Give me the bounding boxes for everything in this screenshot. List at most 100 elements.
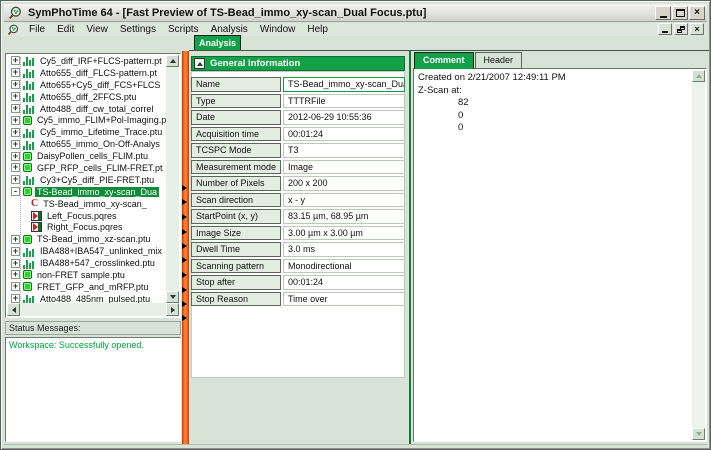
table-row-value[interactable]: Monodirectional (283, 259, 405, 274)
scroll-right-button[interactable] (166, 303, 179, 316)
tree-item[interactable]: + non-FRET sample.ptu (7, 269, 166, 281)
tree-item-label[interactable]: TS-Bead_immo_xy-scan_Dua (35, 187, 159, 197)
collapse-expander-icon[interactable]: - (11, 187, 20, 196)
tree-item-label[interactable]: Cy5_diff_IRF+FLCS-pattern.pt (38, 56, 164, 66)
expand-expander-icon[interactable]: + (11, 235, 20, 244)
tree-item[interactable]: + Atto488_diff_cw_total_correl (7, 103, 166, 115)
table-row-value[interactable]: TTTRFile (283, 94, 405, 109)
expand-expander-icon[interactable]: + (11, 270, 20, 279)
tree-item[interactable]: Right_Focus.pqres (7, 221, 166, 233)
tree-item[interactable]: + Cy5_diff_IRF+FLCS-pattern.pt (7, 55, 166, 67)
tree-item-label[interactable]: DaisyPollen_cells_FLIM.ptu (35, 151, 150, 161)
expand-expander-icon[interactable]: + (11, 56, 20, 65)
menu-settings[interactable]: Settings (114, 23, 162, 36)
collapse-button[interactable] (194, 58, 205, 69)
table-row-value[interactable]: 00:01:24 (283, 127, 405, 142)
close-button[interactable]: × (689, 6, 705, 20)
table-row-value[interactable]: Image (283, 160, 405, 175)
table-row-value[interactable]: 200 x 200 (283, 176, 405, 191)
tree-item-label[interactable]: TS-Bead_immo_xy-scan_ (41, 199, 149, 209)
expand-expander-icon[interactable]: + (11, 80, 20, 89)
tree-item-label[interactable]: Left_Focus.pqres (45, 211, 119, 221)
tree-item[interactable]: + Atto655_diff_FLCS-pattern.pt (7, 67, 166, 79)
tree-item-label[interactable]: IBA488+547_crosslinked.ptu (38, 258, 157, 268)
maximize-button[interactable] (672, 6, 688, 20)
expand-expander-icon[interactable]: + (11, 104, 20, 113)
expand-expander-icon[interactable]: + (11, 68, 20, 77)
expand-expander-icon[interactable]: + (11, 247, 20, 256)
table-row-value[interactable]: 2012-06-29 10:55:36 (283, 110, 405, 125)
tree-vertical-scrollbar[interactable] (166, 55, 179, 303)
tree-item[interactable]: + Atto655_diff_2FFCS.ptu (7, 91, 166, 103)
tree-item[interactable]: + Atto488_485nm_pulsed.ptu (7, 293, 166, 303)
tree-item-label[interactable]: Atto655_diff_FLCS-pattern.pt (38, 68, 159, 78)
table-row-value[interactable]: 3.0 ms (283, 242, 405, 257)
table-row-value[interactable]: 00:01:24 (283, 275, 405, 290)
expand-expander-icon[interactable]: + (11, 282, 20, 291)
table-row-value[interactable]: 3.00 µm x 3.00 µm (283, 226, 405, 241)
menu-edit[interactable]: Edit (51, 23, 80, 36)
mdi-minimize-button[interactable] (658, 23, 672, 35)
menu-help[interactable]: Help (301, 23, 334, 36)
expand-expander-icon[interactable]: + (11, 128, 20, 137)
tree-item-label[interactable]: Atto655_immo_On-Off-Analys (38, 139, 162, 149)
expand-expander-icon[interactable]: + (11, 175, 20, 184)
mdi-close-button[interactable]: × (690, 23, 704, 35)
table-row-value[interactable]: Time over (283, 292, 405, 307)
tree-item-label[interactable]: GFP_RFP_cells_FLIM-FRET.pt (35, 163, 165, 173)
tree-horizontal-scrollbar[interactable] (7, 303, 179, 316)
tree-item-label[interactable]: Atto488_485nm_pulsed.ptu (38, 294, 152, 303)
scroll-up-button[interactable] (692, 70, 705, 82)
tree-item-label[interactable]: IBA488+IBA547_unlinked_mix (38, 246, 164, 256)
tree-item[interactable]: + DaisyPollen_cells_FLIM.ptu (7, 150, 166, 162)
table-row-value[interactable]: 83.15 µm, 68.95 µm (283, 209, 405, 224)
tree-item[interactable]: + IBA488+IBA547_unlinked_mix (7, 245, 166, 257)
panel-splitter[interactable] (182, 51, 189, 444)
tree-item[interactable]: + Atto655_immo_On-Off-Analys (7, 138, 166, 150)
expand-expander-icon[interactable]: + (11, 116, 20, 125)
tree-item-label[interactable]: Cy5_immo_FLIM+Pol-Imaging.p (35, 115, 166, 125)
tree-item[interactable]: + FRET_GFP_and_mRFP.ptu (7, 281, 166, 293)
table-row-value[interactable]: x - y (283, 193, 405, 208)
tree-item[interactable]: +Cy3+Cy5_diff_PIE-FRET.ptu (7, 174, 166, 186)
menu-file[interactable]: File (23, 23, 51, 36)
tab-comment[interactable]: Comment (414, 52, 474, 69)
tree-item-label[interactable]: TS-Bead_immo_xz-scan.ptu (35, 234, 153, 244)
tree-item[interactable]: - TS-Bead_immo_xy-scan_Dua (7, 186, 166, 198)
scroll-up-button[interactable] (166, 55, 179, 67)
tree-item[interactable]: + TS-Bead_immo_xz-scan.ptu (7, 233, 166, 245)
mdi-restore-button[interactable] (674, 23, 688, 35)
tree-item[interactable]: + Atto655+Cy5_diff_FCS+FLCS (7, 79, 166, 91)
tree-item[interactable]: +IBA488+547_crosslinked.ptu (7, 257, 166, 269)
tree-item-label[interactable]: Cy5_immo_Lifetime_Trace.ptu (38, 127, 164, 137)
table-row-value[interactable]: TS-Bead_immo_xy-scan_Dual (283, 77, 405, 92)
tree-item[interactable]: + Cy5_immo_Lifetime_Trace.ptu (7, 126, 166, 138)
tree-item-label[interactable]: Atto655_diff_2FFCS.ptu (38, 92, 138, 102)
comment-vertical-scrollbar[interactable] (692, 70, 705, 440)
tree-item[interactable]: + Cy5_immo_FLIM+Pol-Imaging.p (7, 114, 166, 126)
expand-expander-icon[interactable]: + (11, 294, 20, 303)
expand-expander-icon[interactable]: + (11, 140, 20, 149)
table-row-value[interactable]: T3 (283, 143, 405, 158)
scroll-down-button[interactable] (692, 428, 705, 440)
tree-item-label[interactable]: Atto488_diff_cw_total_correl (38, 104, 155, 114)
menu-window[interactable]: Window (254, 23, 302, 36)
minimize-button[interactable] (655, 6, 671, 20)
scroll-left-button[interactable] (7, 303, 20, 316)
tree-item[interactable]: + GFP_RFP_cells_FLIM-FRET.pt (7, 162, 166, 174)
tree-item-label[interactable]: Right_Focus.pqres (45, 222, 125, 232)
tree-item-label[interactable]: FRET_GFP_and_mRFP.ptu (35, 282, 150, 292)
tab-header[interactable]: Header (475, 52, 523, 69)
expand-expander-icon[interactable]: + (11, 92, 20, 101)
tree-item-label[interactable]: Atto655+Cy5_diff_FCS+FLCS (38, 80, 162, 90)
tree-item[interactable]: Left_Focus.pqres (7, 210, 166, 222)
scroll-down-button[interactable] (166, 291, 179, 303)
tree-item[interactable]: CTS-Bead_immo_xy-scan_ (7, 198, 166, 210)
document-system-icon[interactable] (7, 24, 19, 36)
menu-view[interactable]: View (80, 23, 114, 36)
expand-expander-icon[interactable]: + (11, 152, 20, 161)
tab-analysis[interactable]: Analysis (194, 35, 241, 51)
tree-item-label[interactable]: non-FRET sample.ptu (35, 270, 127, 280)
comment-text-area[interactable]: Created on 2/21/2007 12:49:11 PMZ-Scan a… (413, 68, 707, 442)
expand-expander-icon[interactable]: + (11, 163, 20, 172)
